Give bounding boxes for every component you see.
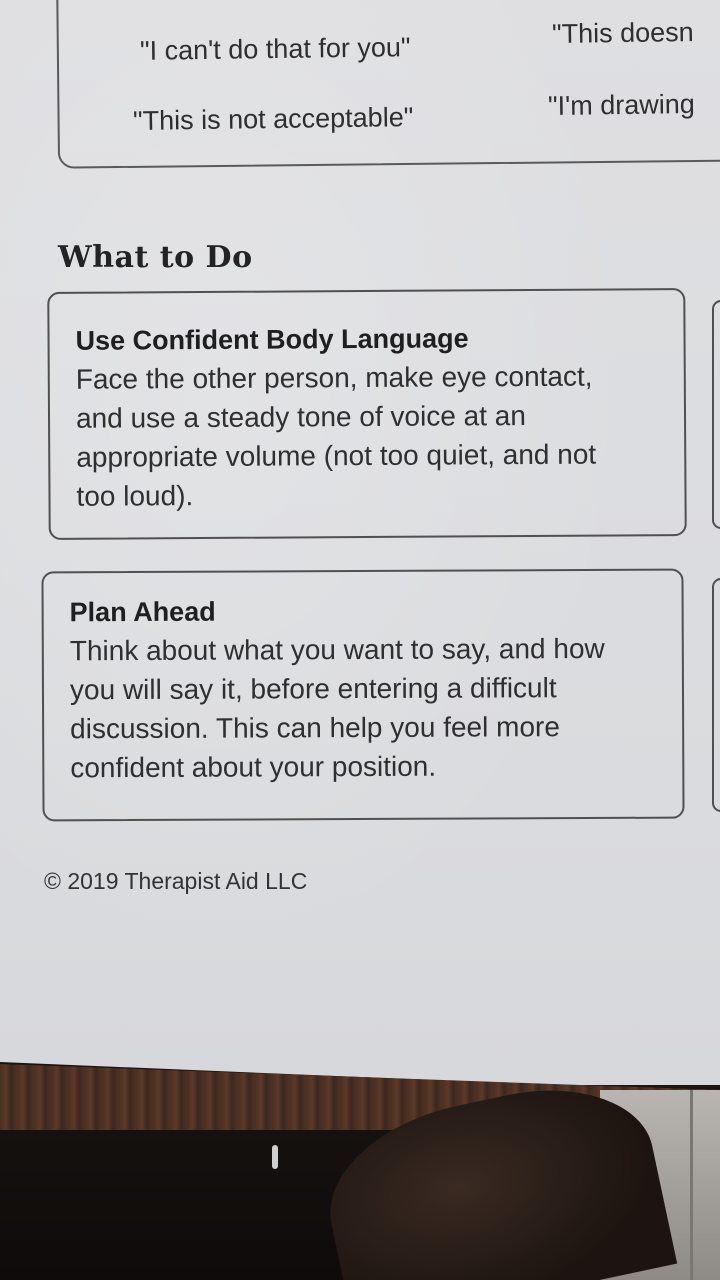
- tip-line: you will say it, before entering a diffi…: [69, 672, 557, 706]
- tip-line: appropriate volume (not too quiet, and n…: [76, 438, 597, 473]
- section-heading: What to Do: [58, 240, 253, 275]
- tip-line: too loud).: [76, 480, 194, 512]
- tip-line: Face the other person, make eye contact,: [75, 360, 593, 395]
- example-phrase: "This doesn: [551, 17, 694, 49]
- tip-line: Think about what you want to say, and ho…: [69, 632, 605, 667]
- example-phrase: "This is not acceptable": [132, 102, 414, 136]
- adjacent-card-edge: [712, 300, 720, 529]
- example-phrase: "I can't do that for you": [139, 32, 411, 66]
- photo-scene: "I can't do that for you" "This doesn "T…: [0, 0, 720, 1280]
- light-glint: [272, 1145, 278, 1169]
- tip-card-plan-ahead: Plan Ahead Think about what you want to …: [41, 568, 685, 822]
- tip-line: confident about your position.: [70, 750, 437, 784]
- adjacent-card-edge: [712, 578, 720, 812]
- tip-line: and use a steady tone of voice at an: [75, 400, 526, 434]
- tip-title: Plan Ahead: [69, 596, 216, 628]
- tip-title: Use Confident Body Language: [75, 323, 469, 356]
- tip-card-body-language: Use Confident Body Language Face the oth…: [47, 288, 687, 540]
- tip-line: discussion. This can help you feel more: [70, 711, 560, 745]
- tile-grout: [690, 1090, 693, 1280]
- copyright-notice: © 2019 Therapist Aid LLC: [44, 868, 308, 894]
- example-phrase: "I'm drawing: [547, 88, 695, 122]
